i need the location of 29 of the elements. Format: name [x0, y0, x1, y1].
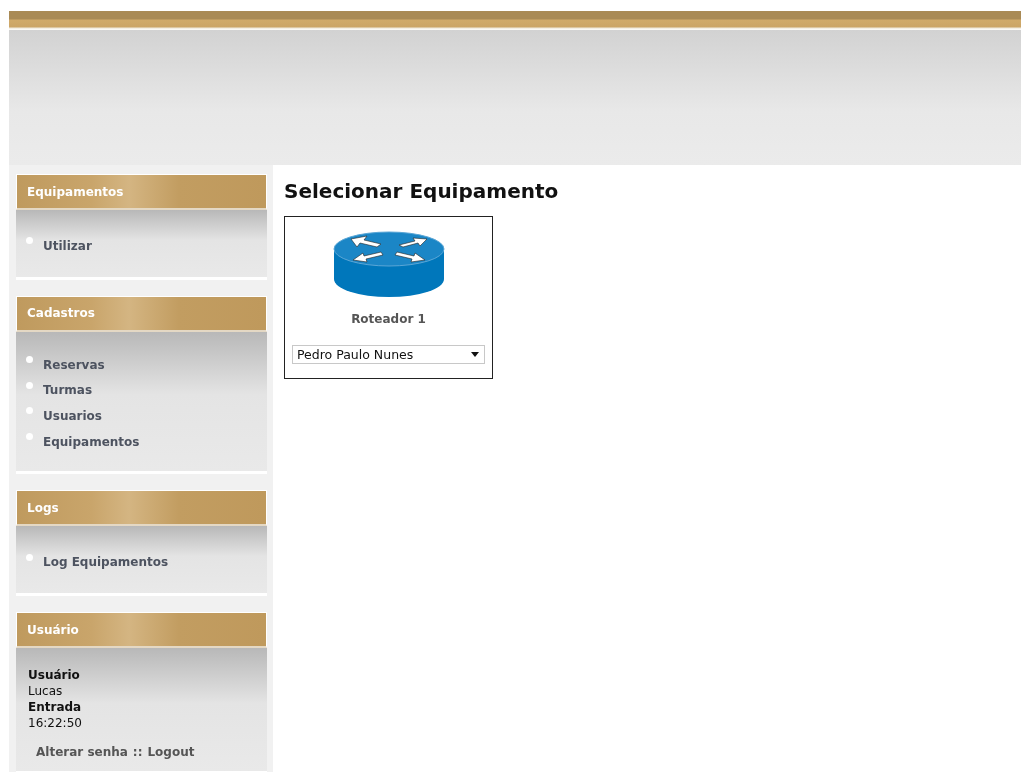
menu-link[interactable]: Usuarios — [43, 408, 102, 423]
section-header: Cadastros — [16, 295, 267, 332]
user-dropdown[interactable]: Pedro Paulo Nunes — [292, 345, 485, 364]
bullet-icon — [26, 356, 33, 364]
field-label: Entrada — [28, 699, 83, 716]
link-separator: :: — [132, 745, 143, 760]
field-value: 16:22:50 — [28, 715, 83, 732]
bullet-icon — [26, 553, 33, 561]
menu-link[interactable]: Turmas — [43, 383, 93, 398]
router-icon — [332, 231, 445, 299]
section-header: Equipamentos — [16, 174, 267, 210]
menu-link[interactable]: Log Equipamentos — [43, 555, 169, 570]
bullet-icon — [26, 407, 33, 415]
account-link[interactable]: Alterar senha — [36, 745, 128, 760]
menu-link[interactable]: Equipamentos — [43, 434, 140, 449]
field-value: Lucas — [28, 683, 64, 700]
equipment-card[interactable]: Roteador 1 Pedro Paulo Nunes — [284, 216, 493, 379]
account-link[interactable]: Logout — [147, 745, 195, 760]
section-header: Usuário — [16, 612, 267, 649]
page-title: Selecionar Equipamento — [284, 179, 559, 203]
equipment-name: Roteador 1 — [351, 312, 426, 326]
bullet-icon — [26, 381, 33, 389]
menu-link[interactable]: Utilizar — [43, 238, 92, 253]
caret-icon — [471, 352, 479, 357]
menu-link[interactable]: Reservas — [43, 357, 105, 372]
bullet-icon — [26, 433, 33, 441]
section-header: Logs — [16, 490, 267, 527]
bullet-icon — [26, 237, 33, 245]
field-label: Usuário — [28, 667, 81, 684]
